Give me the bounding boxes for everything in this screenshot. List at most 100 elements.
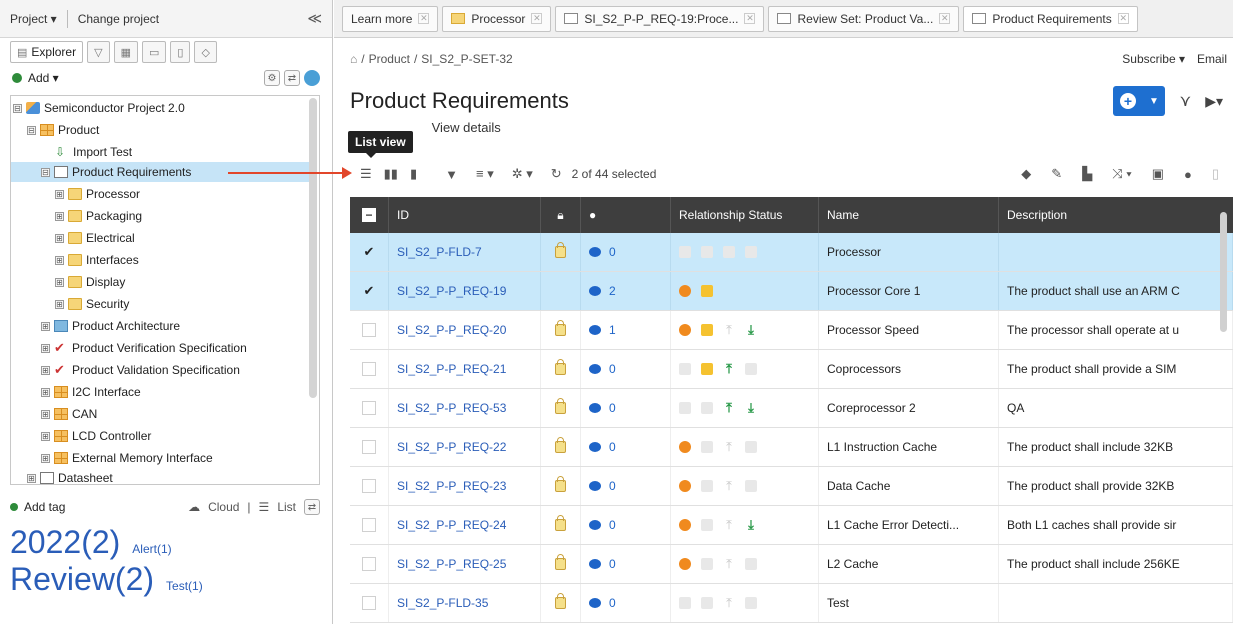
edit-icon[interactable]: ✎ [1051,166,1062,182]
checkbox[interactable] [362,596,376,610]
row-checkbox[interactable]: ✔ [350,233,389,271]
row-checkbox[interactable] [350,584,389,622]
bulk-icon[interactable]: ▙ [1082,166,1092,182]
row-relationship-cell[interactable]: ⤒ [671,350,819,388]
table-row[interactable]: SI_S2_P-P_REQ-21 0 ⤒ Coprocessors The produc… [350,350,1233,389]
row-name-cell[interactable]: L1 Cache Error Detecti... [819,506,999,544]
tree-node-processor[interactable]: ⊞ Processor [55,184,140,204]
close-icon[interactable]: ✕ [939,13,951,24]
lock-icon[interactable] [555,554,566,570]
item-id-link[interactable]: SI_S2_P-FLD-7 [397,245,482,259]
add-icon[interactable] [12,73,22,83]
row-relationship-cell[interactable]: ⤒ ⤓ [671,389,819,427]
tree-node-product-architecture[interactable]: ⊞ Product Architecture [41,316,180,336]
expand-icon[interactable]: ⊞ [41,409,50,419]
checkbox[interactable] [362,479,376,493]
table-row[interactable]: SI_S2_P-P_REQ-53 0 ⤒ ⤓ Coreprocessor 2 QA [350,389,1233,428]
list-view-icon[interactable]: ☰ [360,166,372,182]
row-name-cell[interactable]: Coreprocessor 2 [819,389,999,427]
row-name-cell[interactable]: L2 Cache [819,545,999,583]
expand-icon[interactable]: ⊞ [55,299,64,309]
tree-node-electrical[interactable]: ⊞ Electrical [55,228,135,248]
row-name-cell[interactable]: Test [819,584,999,622]
lock-icon[interactable] [555,515,566,531]
project-menu[interactable]: Project ▾ [10,12,57,26]
tree-scrollbar[interactable] [309,98,317,398]
lock-icon[interactable] [555,593,566,609]
column-comments[interactable]: ● [581,197,671,233]
row-checkbox[interactable] [350,350,389,388]
expand-icon[interactable]: ⊞ [55,211,64,221]
collapse-icon[interactable]: ⊟ [41,167,50,177]
tab-tag[interactable]: ◇ [194,41,217,63]
breadcrumb-product[interactable]: Product [369,52,410,66]
tree-node-lcd-controller[interactable]: ⊞ LCD Controller [41,426,151,446]
refresh-icon[interactable]: ⇄ [284,70,300,86]
lock-icon[interactable] [555,398,566,414]
row-relationship-cell[interactable]: ⤒ ⤓ [671,506,819,544]
expand-icon[interactable]: ⊞ [55,255,64,265]
table-row[interactable]: ✔ SI_S2_P-P_REQ-19 2 Processor Core 1 The pr… [350,272,1233,311]
close-icon[interactable]: ✕ [744,13,756,24]
row-description-cell[interactable]: Both L1 caches shall provide sir [999,506,1233,544]
shuffle-icon[interactable]: ⤨ ▾ [1112,166,1131,182]
breadcrumb-set[interactable]: SI_S2_P-SET-32 [421,52,512,66]
close-icon[interactable]: ✕ [1117,13,1129,24]
settings-icon[interactable]: ⚙ [264,70,280,86]
checkbox[interactable]: ✔ [362,283,376,298]
tab-grid[interactable]: ▦ [113,41,138,63]
tab-explorer[interactable]: ▤ Explorer [10,41,84,63]
delete-icon[interactable]: ▯ [1212,166,1219,182]
refresh-icon[interactable]: ↻ [551,166,562,182]
project-home-icon[interactable]: ⌂ [350,52,357,66]
row-name-cell[interactable]: Processor [819,233,999,271]
tree-node-product-verification-specification[interactable]: ⊞ ✔ Product Verification Specification [41,338,247,358]
select-all-checkbox[interactable]: − [350,197,389,233]
lock-icon[interactable] [555,320,566,336]
subscribe-button[interactable]: Subscribe ▾ [1122,52,1185,66]
column-description[interactable]: Description [999,197,1233,233]
tree-node-security[interactable]: ⊞ Security [55,294,129,314]
row-comments-cell[interactable]: 1 [581,311,671,349]
copy-icon[interactable]: ▣ [1152,166,1164,182]
tree-node-semiconductor-project[interactable]: ⊟ Semiconductor Project 2.0 [13,98,185,118]
tag-test[interactable]: Test(1) [166,579,203,593]
columns-view-icon[interactable]: ▮▮ [384,166,398,182]
change-project-link[interactable]: Change project [78,12,159,26]
checkbox[interactable] [362,440,376,454]
tree-node-interfaces[interactable]: ⊞ Interfaces [55,250,139,270]
export-icon[interactable]: ▶▾ [1205,93,1223,110]
tab-req-19[interactable]: SI_S2_P-P_REQ-19:Proce... ✕ [555,5,765,32]
approve-icon[interactable]: ● [1184,167,1192,182]
column-lock[interactable]: 🔒︎ [541,197,581,233]
row-checkbox[interactable] [350,467,389,505]
expand-icon[interactable]: ⊞ [55,277,64,287]
row-relationship-cell[interactable]: ⤒ [671,428,819,466]
row-description-cell[interactable]: The product shall include 256KE [999,545,1233,583]
row-description-cell[interactable]: The product shall use an ARM C [999,272,1233,310]
row-name-cell[interactable]: Processor Core 1 [819,272,999,310]
add-tag-button[interactable]: Add tag [24,500,65,514]
tag-review[interactable]: Review(2) [10,561,154,598]
document-view-icon[interactable]: ▮ [410,166,417,182]
row-comments-cell[interactable]: 0 [581,584,671,622]
tree-node-can[interactable]: ⊞ CAN [41,404,97,424]
row-name-cell[interactable]: L1 Instruction Cache [819,428,999,466]
checkbox[interactable] [362,323,376,337]
collapse-icon[interactable]: ⊟ [27,125,36,135]
item-id-link[interactable]: SI_S2_P-P_REQ-22 [397,440,506,454]
sync-icon[interactable] [304,70,320,86]
list-view-button[interactable]: List [277,500,296,514]
row-description-cell[interactable] [999,584,1233,622]
item-id-link[interactable]: SI_S2_P-P_REQ-23 [397,479,506,493]
tag-icon[interactable]: ◆ [1021,166,1031,182]
row-checkbox[interactable] [350,428,389,466]
row-relationship-cell[interactable] [671,233,819,271]
item-id-link[interactable]: SI_S2_P-P_REQ-24 [397,518,506,532]
checkbox[interactable] [362,362,376,376]
table-row[interactable]: SI_S2_P-P_REQ-20 1 ⤒ ⤓ Processor Speed The pr… [350,311,1233,350]
tab-product-requirements[interactable]: Product Requirements ✕ [963,5,1138,32]
tag-2022[interactable]: 2022(2) [10,524,120,561]
refresh-tags-icon[interactable]: ⇄ [304,499,320,515]
row-relationship-cell[interactable]: ⤒ [671,584,819,622]
